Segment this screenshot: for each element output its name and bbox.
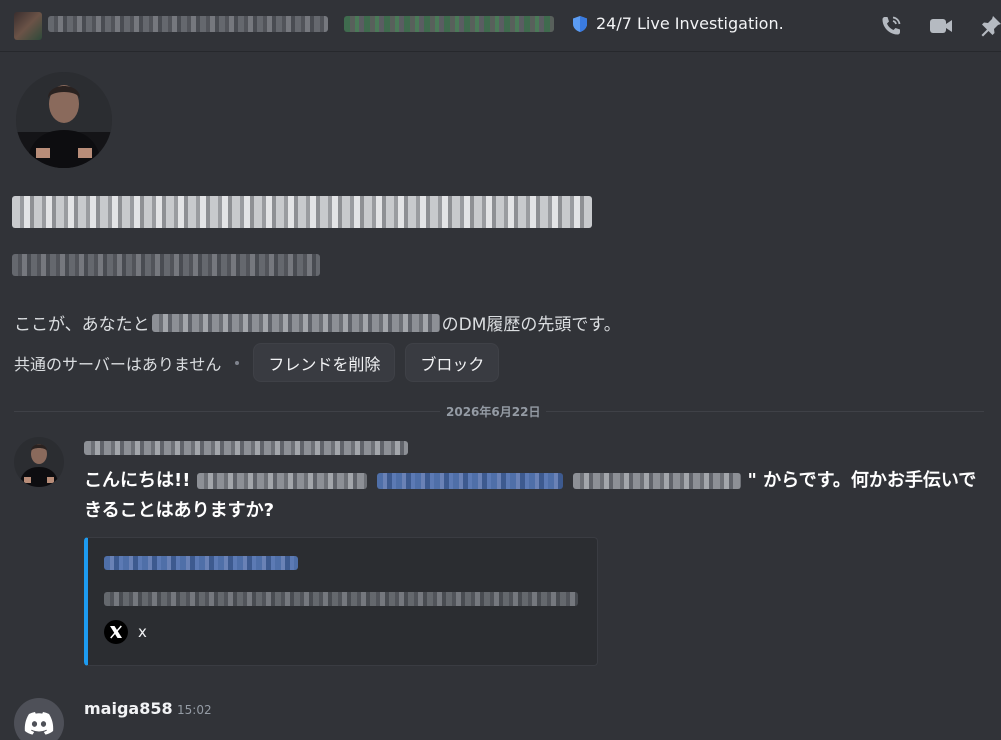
intro-username-redacted <box>151 313 440 332</box>
header-avatar[interactable] <box>14 12 42 40</box>
embed-description-redacted <box>104 592 578 606</box>
profile-actions-row: 共通のサーバーはありません フレンドを削除 ブロック <box>14 343 500 382</box>
separator-dot <box>235 360 240 365</box>
remove-friend-button[interactable]: フレンドを削除 <box>253 343 396 382</box>
message-text-start: こんにちは!! <box>84 470 197 491</box>
pin-icon[interactable] <box>978 13 1001 39</box>
message-text-redacted <box>196 473 367 489</box>
profile-photo-icon <box>16 72 112 168</box>
dm-history-intro: ここが、あなたと のDM履歴の先頭です。 <box>14 310 621 335</box>
embed-footer: x <box>104 620 147 644</box>
message2-author-name[interactable]: maiga858 <box>84 699 173 718</box>
mutual-servers-text: 共通のサーバーはありません <box>14 354 222 374</box>
x-logo-icon <box>104 620 128 644</box>
block-button[interactable]: ブロック <box>405 343 500 382</box>
intro-suffix: のDM履歴の先頭です。 <box>441 315 621 335</box>
date-divider-label: 2026年6月22日 <box>440 403 547 420</box>
message-author-avatar[interactable] <box>14 437 64 487</box>
profile-username-redacted <box>12 254 320 276</box>
link-embed: x <box>84 537 598 666</box>
header-custom-status-redacted <box>344 16 554 32</box>
voice-call-icon[interactable] <box>878 13 904 39</box>
message2-author-avatar[interactable] <box>14 698 64 740</box>
dm-header: 24/7 Live Investigation. <box>0 0 1001 52</box>
embed-provider-name: x <box>138 623 147 641</box>
header-status-text: 24/7 Live Investigation. <box>596 14 784 33</box>
intro-prefix: ここが、あなたと <box>14 315 150 335</box>
discord-logo-icon <box>24 712 54 735</box>
shield-icon <box>573 16 587 32</box>
message-author-name-redacted[interactable] <box>84 441 408 455</box>
message-content: こんにちは!! " からです。何かお手伝いできることはありますか? <box>84 466 984 526</box>
message2-timestamp: 15:02 <box>177 703 212 717</box>
header-username-redacted[interactable] <box>48 16 328 32</box>
profile-avatar[interactable] <box>16 72 112 168</box>
author-photo-icon <box>14 437 64 487</box>
embed-title-redacted[interactable] <box>104 556 298 570</box>
message-link-redacted[interactable] <box>376 473 563 489</box>
profile-display-name-redacted <box>12 196 592 228</box>
message-quote-redacted <box>573 473 742 489</box>
video-call-icon[interactable] <box>928 13 954 39</box>
